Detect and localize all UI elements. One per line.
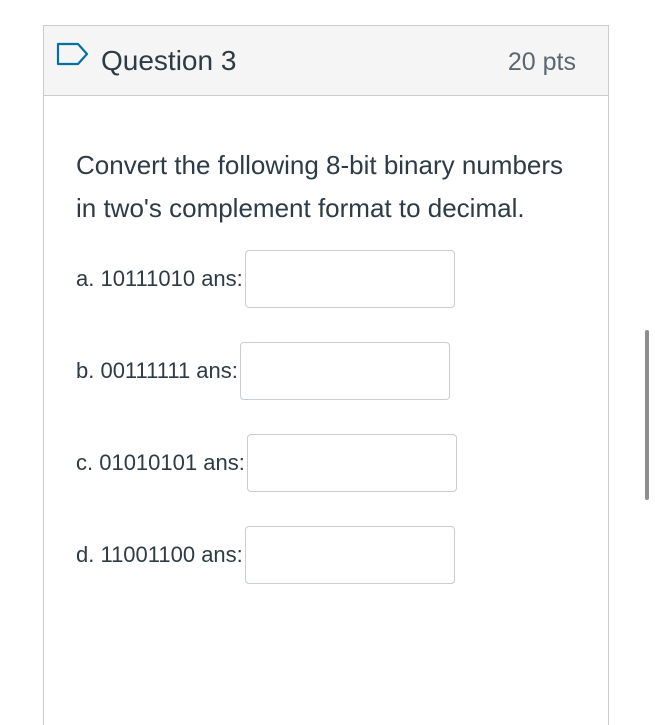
answer-input-d[interactable] [244, 526, 455, 584]
answer-input-b[interactable] [239, 342, 450, 400]
answer-label-a: a. 10111010 ans: [76, 266, 243, 291]
answer-row-b: b. 00111111 ans: [76, 342, 608, 400]
answer-label-c: c. 01010101 ans: [76, 450, 245, 475]
answer-row-a: a. 10111010 ans: [76, 250, 608, 308]
answer-row-c: c. 01010101 ans: [76, 434, 608, 492]
flag-outline-icon[interactable] [56, 42, 90, 66]
answer-input-c[interactable] [246, 434, 457, 492]
answer-label-d: d. 11001100 ans: [76, 542, 243, 567]
scrollbar-thumb[interactable] [645, 330, 649, 500]
answer-input-a[interactable] [244, 250, 455, 308]
question-title: Question 3 [101, 45, 237, 76]
answer-label-b: b. 00111111 ans: [76, 358, 238, 383]
question-body: Convert the following 8-bit binary numbe… [44, 96, 608, 584]
question-points: 20 pts [507, 48, 576, 76]
question-prompt: Convert the following 8-bit binary numbe… [76, 150, 564, 223]
answer-row-d: d. 11001100 ans: [76, 526, 608, 584]
question-card: Question 3 20 pts Convert the following … [43, 25, 609, 725]
question-header: Question 3 20 pts [44, 26, 608, 96]
